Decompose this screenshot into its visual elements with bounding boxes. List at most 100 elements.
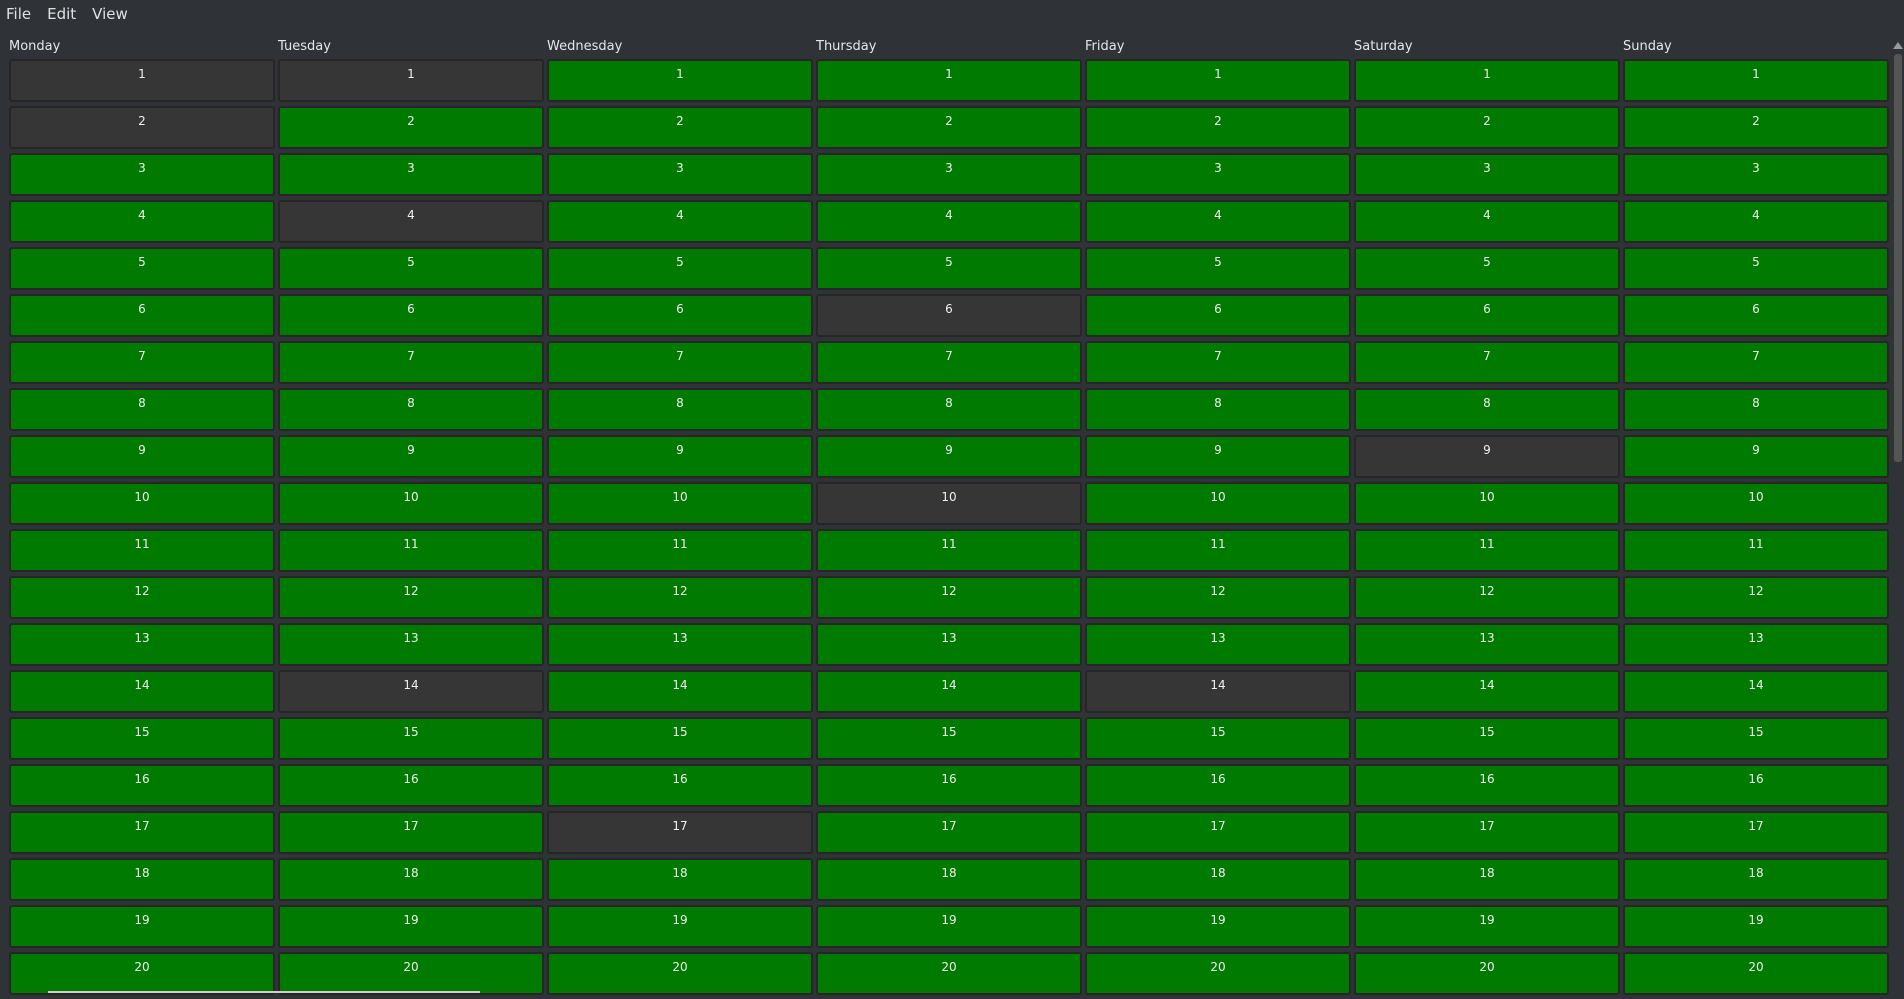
slot-button[interactable]: 13 <box>547 623 813 666</box>
slot-button[interactable]: 11 <box>1354 529 1620 572</box>
scroll-up-arrow-icon[interactable] <box>1893 42 1903 49</box>
slot-button[interactable]: 14 <box>816 670 1082 713</box>
menu-file[interactable]: File <box>6 5 31 23</box>
slot-button[interactable]: 15 <box>1354 717 1620 760</box>
slot-button[interactable]: 18 <box>547 858 813 901</box>
slot-button[interactable]: 2 <box>547 106 813 149</box>
slot-button[interactable]: 3 <box>547 153 813 196</box>
slot-button[interactable]: 15 <box>9 717 275 760</box>
slot-button[interactable]: 10 <box>1623 482 1889 525</box>
slot-button[interactable]: 20 <box>1354 952 1620 995</box>
slot-button[interactable]: 2 <box>1623 106 1889 149</box>
slot-button[interactable]: 15 <box>278 717 544 760</box>
slot-button[interactable]: 15 <box>816 717 1082 760</box>
slot-button[interactable]: 4 <box>816 200 1082 243</box>
slot-button[interactable]: 12 <box>9 576 275 619</box>
slot-button[interactable]: 19 <box>1623 905 1889 948</box>
slot-button[interactable]: 16 <box>547 764 813 807</box>
slot-button[interactable]: 1 <box>1354 59 1620 102</box>
slot-button[interactable]: 5 <box>1085 247 1351 290</box>
slot-button[interactable]: 13 <box>1354 623 1620 666</box>
slot-button[interactable]: 8 <box>278 388 544 431</box>
slot-button[interactable]: 13 <box>1085 623 1351 666</box>
slot-button[interactable]: 16 <box>9 764 275 807</box>
slot-button[interactable]: 7 <box>1085 341 1351 384</box>
slot-button[interactable]: 9 <box>278 435 544 478</box>
slot-button[interactable]: 18 <box>1354 858 1620 901</box>
slot-button[interactable]: 4 <box>9 200 275 243</box>
slot-button[interactable]: 7 <box>1354 341 1620 384</box>
slot-button[interactable]: 19 <box>547 905 813 948</box>
slot-button[interactable]: 8 <box>9 388 275 431</box>
slot-button[interactable]: 20 <box>1623 952 1889 995</box>
slot-button[interactable]: 10 <box>547 482 813 525</box>
slot-button[interactable]: 13 <box>816 623 1082 666</box>
menu-edit[interactable]: Edit <box>47 5 76 23</box>
slot-button[interactable]: 18 <box>1623 858 1889 901</box>
slot-button[interactable]: 10 <box>1354 482 1620 525</box>
slot-button[interactable]: 6 <box>1623 294 1889 337</box>
menu-view[interactable]: View <box>92 5 128 23</box>
slot-button[interactable]: 15 <box>1085 717 1351 760</box>
slot-button[interactable]: 5 <box>816 247 1082 290</box>
slot-button[interactable]: 3 <box>1623 153 1889 196</box>
slot-button[interactable]: 5 <box>9 247 275 290</box>
slot-button[interactable]: 19 <box>1085 905 1351 948</box>
slot-button[interactable]: 12 <box>1623 576 1889 619</box>
slot-button[interactable]: 12 <box>1354 576 1620 619</box>
slot-button[interactable]: 17 <box>1354 811 1620 854</box>
slot-button[interactable]: 19 <box>9 905 275 948</box>
slot-button[interactable]: 18 <box>816 858 1082 901</box>
slot-button[interactable]: 1 <box>547 59 813 102</box>
vertical-scrollbar[interactable] <box>1892 40 1904 993</box>
slot-button[interactable]: 9 <box>1085 435 1351 478</box>
slot-button[interactable]: 9 <box>9 435 275 478</box>
slot-button[interactable]: 3 <box>1354 153 1620 196</box>
slot-button[interactable]: 3 <box>1085 153 1351 196</box>
slot-button[interactable]: 4 <box>1085 200 1351 243</box>
slot-button[interactable]: 6 <box>816 294 1082 337</box>
slot-button[interactable]: 1 <box>9 59 275 102</box>
slot-button[interactable]: 1 <box>816 59 1082 102</box>
slot-button[interactable]: 14 <box>278 670 544 713</box>
slot-button[interactable]: 12 <box>816 576 1082 619</box>
slot-button[interactable]: 5 <box>1623 247 1889 290</box>
slot-button[interactable]: 13 <box>1623 623 1889 666</box>
slot-button[interactable]: 5 <box>547 247 813 290</box>
slot-button[interactable]: 17 <box>9 811 275 854</box>
slot-button[interactable]: 6 <box>9 294 275 337</box>
slot-button[interactable]: 3 <box>816 153 1082 196</box>
slot-button[interactable]: 2 <box>1085 106 1351 149</box>
scrollbar-thumb[interactable] <box>1894 54 1902 462</box>
slot-button[interactable]: 5 <box>278 247 544 290</box>
slot-button[interactable]: 20 <box>278 952 544 995</box>
slot-button[interactable]: 18 <box>1085 858 1351 901</box>
slot-button[interactable]: 1 <box>1085 59 1351 102</box>
slot-button[interactable]: 7 <box>1623 341 1889 384</box>
slot-button[interactable]: 17 <box>816 811 1082 854</box>
slot-button[interactable]: 19 <box>278 905 544 948</box>
slot-button[interactable]: 19 <box>816 905 1082 948</box>
slot-button[interactable]: 4 <box>547 200 813 243</box>
slot-button[interactable]: 15 <box>1623 717 1889 760</box>
slot-button[interactable]: 7 <box>816 341 1082 384</box>
slot-button[interactable]: 16 <box>816 764 1082 807</box>
slot-button[interactable]: 2 <box>278 106 544 149</box>
slot-button[interactable]: 20 <box>1085 952 1351 995</box>
slot-button[interactable]: 8 <box>1354 388 1620 431</box>
slot-button[interactable]: 18 <box>278 858 544 901</box>
slot-button[interactable]: 10 <box>278 482 544 525</box>
slot-button[interactable]: 16 <box>1623 764 1889 807</box>
slot-button[interactable]: 8 <box>1085 388 1351 431</box>
slot-button[interactable]: 20 <box>816 952 1082 995</box>
slot-button[interactable]: 17 <box>1623 811 1889 854</box>
slot-button[interactable]: 16 <box>1354 764 1620 807</box>
slot-button[interactable]: 1 <box>278 59 544 102</box>
slot-button[interactable]: 18 <box>9 858 275 901</box>
slot-button[interactable]: 11 <box>547 529 813 572</box>
slot-button[interactable]: 7 <box>9 341 275 384</box>
slot-button[interactable]: 15 <box>547 717 813 760</box>
slot-button[interactable]: 6 <box>1085 294 1351 337</box>
slot-button[interactable]: 11 <box>1085 529 1351 572</box>
slot-button[interactable]: 14 <box>1623 670 1889 713</box>
